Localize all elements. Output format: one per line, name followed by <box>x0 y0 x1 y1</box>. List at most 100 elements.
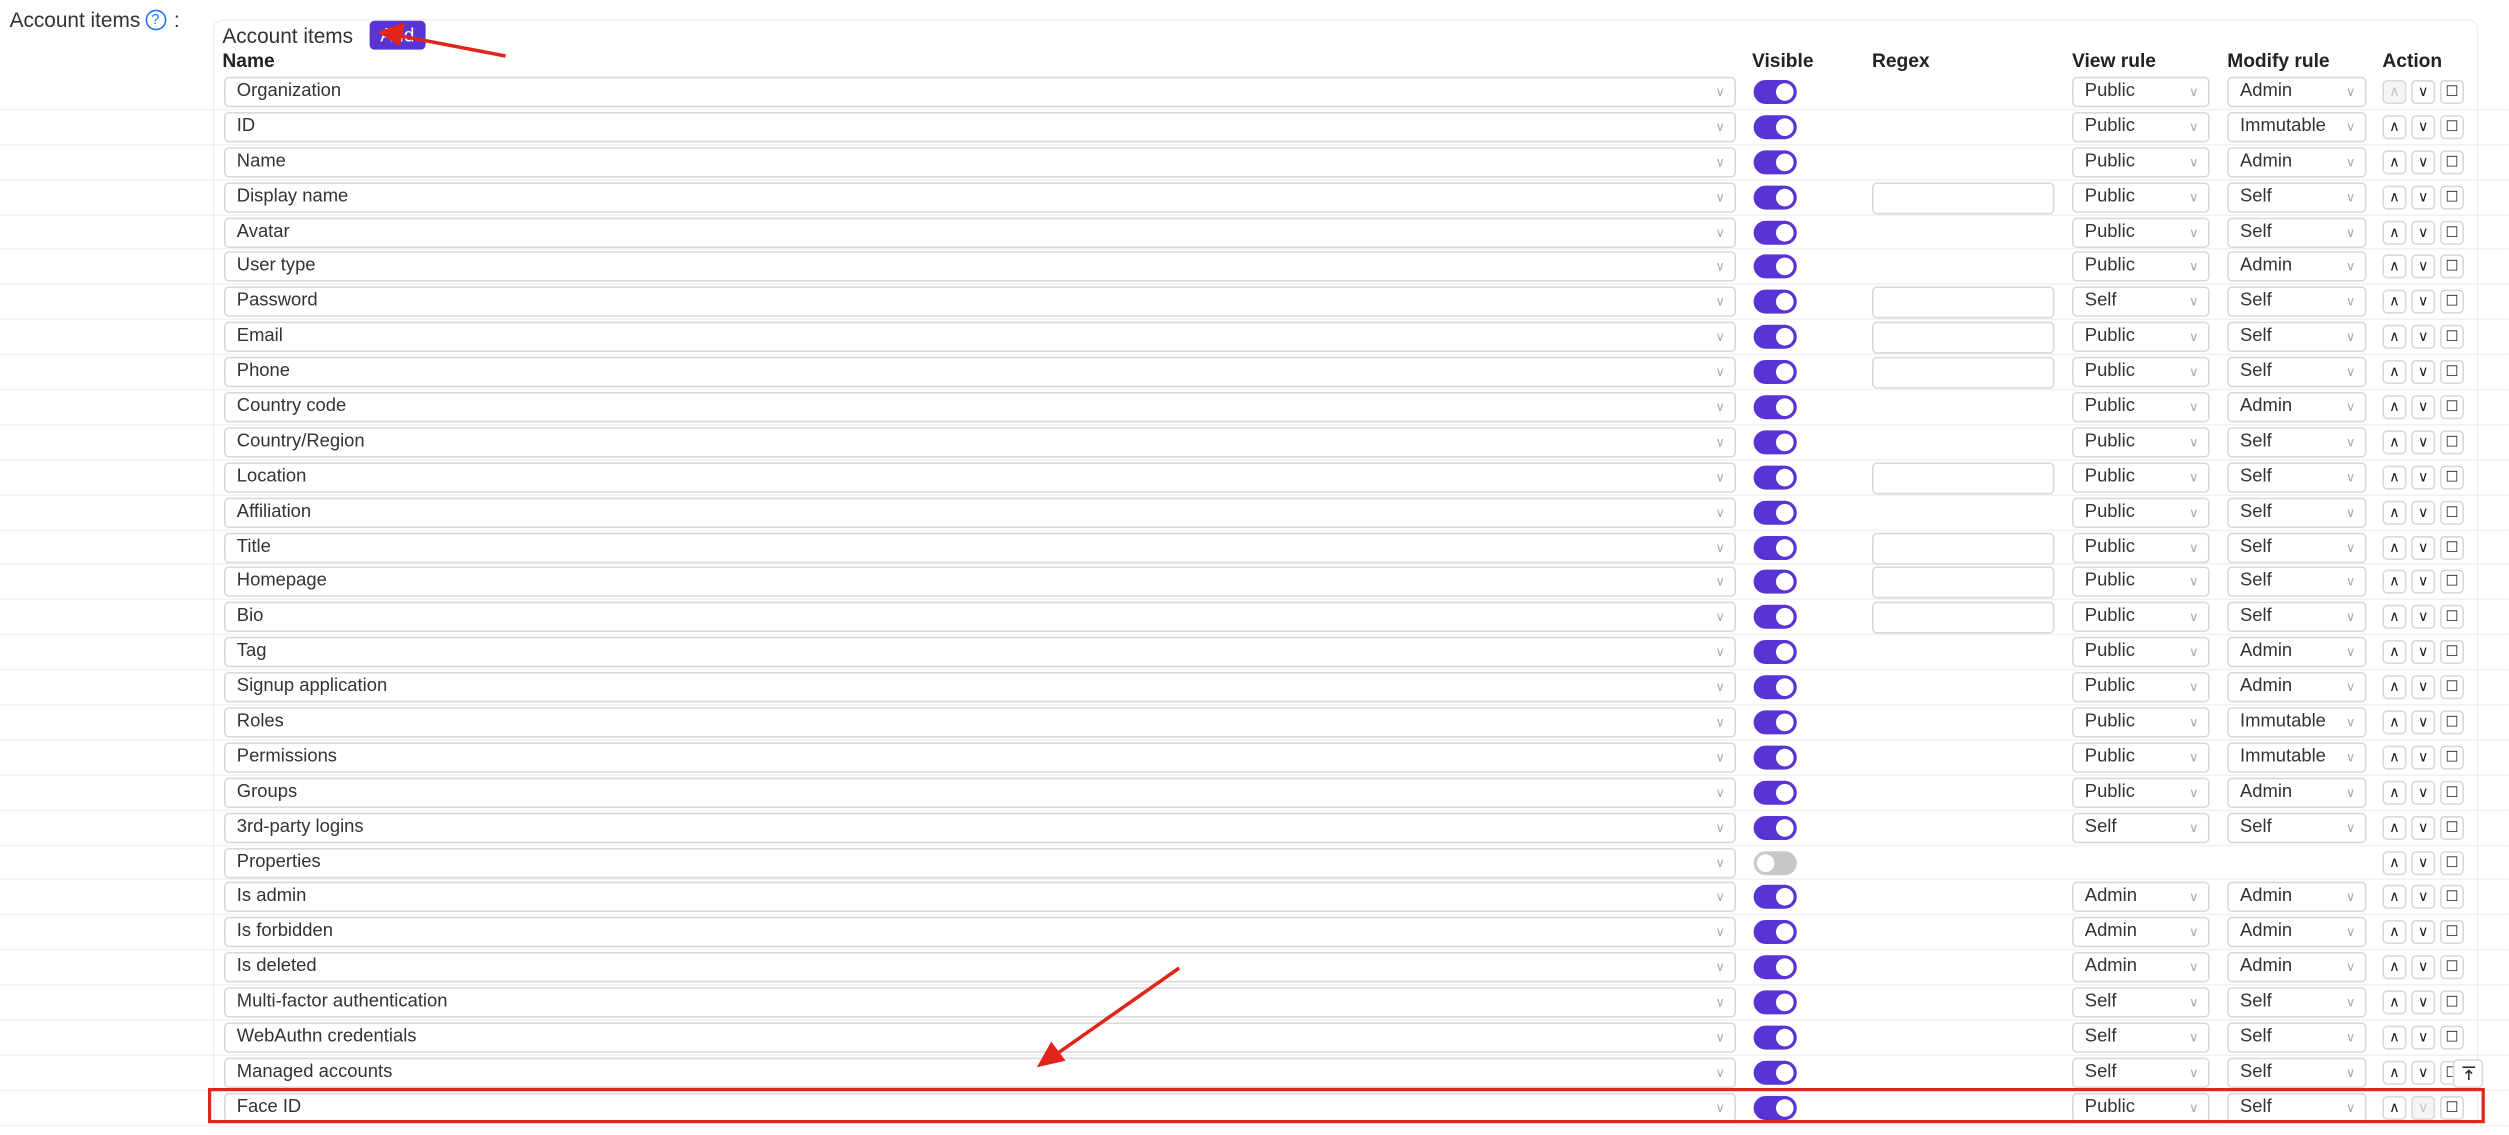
move-up-button[interactable]: ∧ <box>2382 920 2407 945</box>
move-up-button[interactable]: ∧ <box>2382 1060 2407 1085</box>
move-up-button[interactable]: ∧ <box>2382 255 2407 280</box>
move-down-button[interactable]: ∨ <box>2411 115 2436 140</box>
view-rule-select[interactable]: Self ∨ <box>2072 1057 2210 1088</box>
name-select[interactable]: Phone ∨ <box>224 357 1736 388</box>
visible-toggle[interactable] <box>1753 115 1797 140</box>
move-down-button[interactable]: ∨ <box>2411 290 2436 315</box>
name-select[interactable]: Managed accounts ∨ <box>224 1057 1736 1088</box>
move-up-button[interactable]: ∧ <box>2382 395 2407 420</box>
name-select[interactable]: ID ∨ <box>224 111 1736 143</box>
name-select[interactable]: Affiliation ∨ <box>224 497 1736 528</box>
move-down-button[interactable]: ∨ <box>2411 780 2436 805</box>
move-up-button[interactable]: ∧ <box>2382 640 2407 665</box>
view-rule-select[interactable]: Public ∨ <box>2072 146 2210 178</box>
visible-toggle[interactable] <box>1753 430 1797 455</box>
delete-button[interactable]: ☐ <box>2440 535 2464 560</box>
delete-button[interactable]: ☐ <box>2440 570 2464 595</box>
name-select[interactable]: Tag ∨ <box>224 637 1736 668</box>
regex-input[interactable] <box>1872 567 2055 600</box>
move-up-button[interactable]: ∧ <box>2382 430 2407 455</box>
move-up-button[interactable]: ∧ <box>2382 325 2407 350</box>
visible-toggle[interactable] <box>1753 465 1797 490</box>
regex-input[interactable] <box>1872 286 2055 319</box>
move-down-button[interactable]: ∨ <box>2411 185 2436 210</box>
view-rule-select[interactable]: Public ∨ <box>2072 742 2210 773</box>
modify-rule-select[interactable]: Self ∨ <box>2227 181 2367 213</box>
name-select[interactable]: Email ∨ <box>224 321 1736 353</box>
delete-button[interactable]: ☐ <box>2440 815 2464 840</box>
name-select[interactable]: Roles ∨ <box>224 707 1736 738</box>
modify-rule-select[interactable]: Self ∨ <box>2227 812 2367 843</box>
view-rule-select[interactable]: Self ∨ <box>2072 812 2210 843</box>
delete-button[interactable]: ☐ <box>2440 115 2464 140</box>
delete-button[interactable]: ☐ <box>2440 465 2464 490</box>
move-down-button[interactable]: ∨ <box>2411 360 2436 385</box>
view-rule-select[interactable]: Public ∨ <box>2072 392 2210 423</box>
move-down-button[interactable]: ∨ <box>2411 430 2436 455</box>
delete-button[interactable]: ☐ <box>2440 605 2464 630</box>
name-select[interactable]: Title ∨ <box>224 532 1736 563</box>
view-rule-select[interactable]: Public ∨ <box>2072 637 2210 668</box>
move-down-button[interactable]: ∨ <box>2411 535 2436 560</box>
visible-toggle[interactable] <box>1753 745 1797 770</box>
delete-button[interactable]: ☐ <box>2440 325 2464 350</box>
delete-button[interactable]: ☐ <box>2440 185 2464 210</box>
move-up-button[interactable]: ∧ <box>2382 570 2407 595</box>
move-down-button[interactable]: ∨ <box>2411 325 2436 350</box>
modify-rule-select[interactable]: Admin ∨ <box>2227 672 2367 703</box>
view-rule-select[interactable]: Admin ∨ <box>2072 882 2210 913</box>
name-select[interactable]: Is deleted ∨ <box>224 952 1736 983</box>
name-select[interactable]: Signup application ∨ <box>224 672 1736 703</box>
name-select[interactable]: Country code ∨ <box>224 392 1736 423</box>
modify-rule-select[interactable]: Self ∨ <box>2227 532 2367 563</box>
delete-button[interactable]: ☐ <box>2440 955 2464 980</box>
regex-input[interactable] <box>1872 181 2055 214</box>
move-down-button[interactable]: ∨ <box>2411 465 2436 490</box>
modify-rule-select[interactable]: Self ∨ <box>2227 602 2367 633</box>
move-down-button[interactable]: ∨ <box>2411 570 2436 595</box>
delete-button[interactable]: ☐ <box>2440 430 2464 455</box>
delete-button[interactable]: ☐ <box>2440 780 2464 805</box>
modify-rule-select[interactable]: Self ∨ <box>2227 357 2367 388</box>
move-up-button[interactable]: ∧ <box>2382 885 2407 910</box>
view-rule-select[interactable]: Public ∨ <box>2072 321 2210 353</box>
visible-toggle[interactable] <box>1753 920 1797 945</box>
move-down-button[interactable]: ∨ <box>2411 605 2436 630</box>
visible-toggle[interactable] <box>1753 780 1797 805</box>
back-to-top-button[interactable] <box>2452 1059 2484 1088</box>
modify-rule-select[interactable]: Self ∨ <box>2227 427 2367 458</box>
delete-button[interactable]: ☐ <box>2440 150 2464 175</box>
view-rule-select[interactable]: Admin ∨ <box>2072 952 2210 983</box>
visible-toggle[interactable] <box>1753 605 1797 630</box>
modify-rule-select[interactable]: Self ∨ <box>2227 497 2367 528</box>
move-down-button[interactable]: ∨ <box>2411 885 2436 910</box>
move-up-button[interactable]: ∧ <box>2382 465 2407 490</box>
visible-toggle[interactable] <box>1753 570 1797 595</box>
move-up-button[interactable]: ∧ <box>2382 745 2407 770</box>
move-up-button[interactable]: ∧ <box>2382 150 2407 175</box>
view-rule-select[interactable]: Public ∨ <box>2072 462 2210 493</box>
visible-toggle[interactable] <box>1753 675 1797 700</box>
move-down-button[interactable]: ∨ <box>2411 920 2436 945</box>
visible-toggle[interactable] <box>1753 395 1797 420</box>
name-select[interactable]: Location ∨ <box>224 462 1736 493</box>
move-down-button[interactable]: ∨ <box>2411 710 2436 735</box>
name-select[interactable]: Bio ∨ <box>224 602 1736 633</box>
view-rule-select[interactable]: Public ∨ <box>2072 567 2210 598</box>
move-down-button[interactable]: ∨ <box>2411 220 2436 245</box>
view-rule-select[interactable]: Self ∨ <box>2072 987 2210 1018</box>
visible-toggle[interactable] <box>1753 290 1797 315</box>
delete-button[interactable]: ☐ <box>2440 745 2464 770</box>
modify-rule-select[interactable]: Self ∨ <box>2227 321 2367 353</box>
move-up-button[interactable]: ∧ <box>2382 955 2407 980</box>
move-up-button[interactable]: ∧ <box>2382 850 2407 875</box>
modify-rule-select[interactable]: Self ∨ <box>2227 462 2367 493</box>
regex-input[interactable] <box>1872 357 2055 389</box>
move-up-button[interactable]: ∧ <box>2382 80 2407 104</box>
move-up-button[interactable]: ∧ <box>2382 990 2407 1015</box>
move-down-button[interactable]: ∨ <box>2411 395 2436 420</box>
delete-button[interactable]: ☐ <box>2440 850 2464 875</box>
modify-rule-select[interactable]: Immutable ∨ <box>2227 111 2367 143</box>
modify-rule-select[interactable]: Admin ∨ <box>2227 637 2367 668</box>
visible-toggle[interactable] <box>1753 80 1797 104</box>
